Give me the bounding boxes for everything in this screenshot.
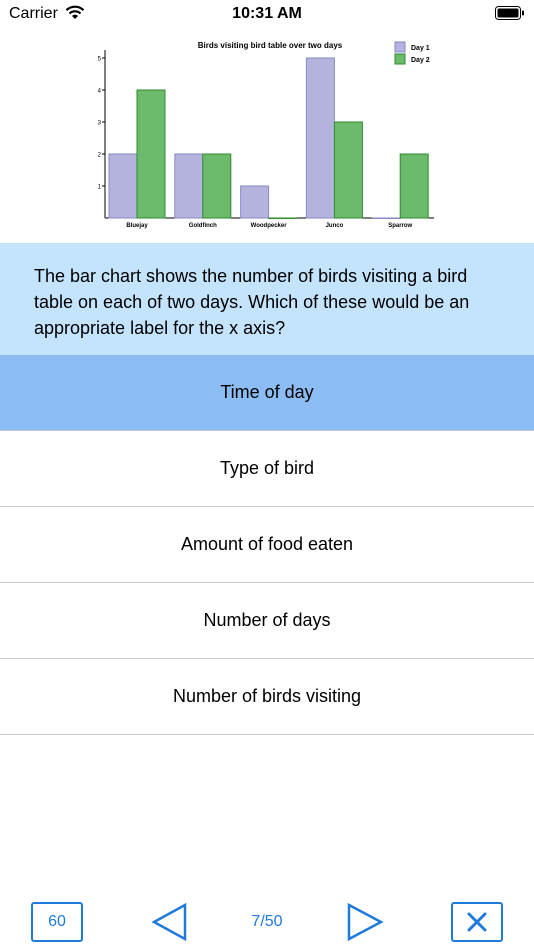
bar-day-2-junco — [333, 121, 363, 219]
x-tick-label: Junco — [326, 223, 344, 229]
y-tick-label: 3 — [98, 121, 102, 127]
bottom-toolbar: 60 7/50 — [0, 896, 534, 950]
chart-title: Birds visiting bird table over two days — [198, 41, 343, 50]
answer-option-4[interactable]: Number of days — [0, 583, 534, 659]
answer-option-5[interactable]: Number of birds visiting — [0, 659, 534, 735]
legend-label: Day 2 — [411, 57, 430, 64]
answer-option-2[interactable]: Type of bird — [0, 431, 534, 507]
legend-swatch — [394, 41, 406, 53]
bar-day-2-sparrow — [399, 153, 429, 219]
question-panel: The bar chart shows the number of birds … — [0, 243, 534, 355]
legend-swatch — [394, 53, 406, 65]
y-tick-label: 4 — [98, 89, 102, 95]
x-tick-label: Goldfinch — [189, 223, 217, 229]
y-tick-label: 1 — [98, 185, 102, 191]
question-text: The bar chart shows the number of birds … — [34, 266, 470, 338]
answer-label: Type of bird — [219, 458, 315, 478]
bar-day-2-woodpecker — [268, 217, 298, 219]
bar-day-1-goldfinch — [174, 153, 204, 219]
y-tick-label: 5 — [98, 57, 102, 63]
status-bar: Carrier 10:31 AM — [0, 0, 534, 30]
answer-label: Time of day — [220, 382, 314, 402]
answer-option-1[interactable]: Time of day — [0, 355, 534, 431]
bar-chart: Birds visiting bird table over two days 1… — [98, 41, 434, 229]
battery-icon — [495, 6, 524, 20]
status-time: 10:31 AM — [232, 5, 302, 22]
triangle-right-icon — [347, 902, 384, 942]
answer-label: Amount of food eaten — [180, 534, 354, 554]
bar-day-1-bluejay — [108, 153, 138, 219]
next-button[interactable] — [346, 902, 386, 942]
answer-label: Number of days — [203, 610, 331, 630]
answer-list: Time of day Type of bird Amount of food … — [0, 355, 534, 735]
bar-day-2-goldfinch — [202, 153, 232, 219]
bar-day-1-junco — [305, 57, 335, 219]
close-icon — [467, 912, 487, 932]
legend-label: Day 1 — [411, 45, 430, 52]
y-tick-label: 2 — [98, 153, 102, 159]
bar-day-1-sparrow — [371, 217, 401, 219]
x-tick-label: Woodpecker — [251, 223, 288, 229]
answer-option-3[interactable]: Amount of food eaten — [0, 507, 534, 583]
close-button[interactable] — [451, 902, 503, 942]
answer-label: Number of birds visiting — [172, 686, 362, 706]
bar-day-1-woodpecker — [240, 185, 270, 219]
bar-day-2-bluejay — [136, 89, 166, 219]
x-tick-label: Sparrow — [388, 223, 412, 229]
bar-chart-image: Birds visiting bird table over two days 1… — [0, 32, 534, 242]
x-tick-label: Bluejay — [126, 223, 148, 229]
